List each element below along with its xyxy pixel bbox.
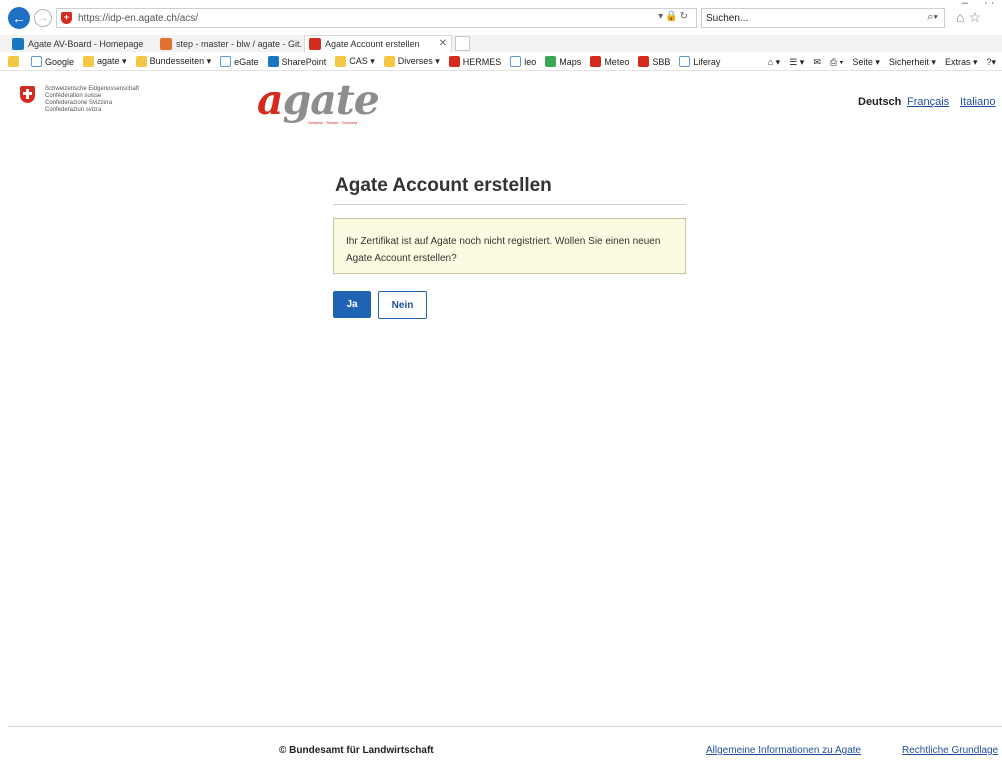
folder-icon — [335, 56, 347, 67]
favorites-bar: Google agate ▾ Bundesseiten ▾ eGate Shar… — [0, 53, 1002, 71]
fav-meteo[interactable]: Meteo — [590, 56, 629, 67]
menu-extras[interactable]: Extras ▾ — [945, 57, 978, 68]
gitlab-icon — [160, 37, 172, 50]
fav-google[interactable]: Google — [31, 56, 74, 67]
print-icon[interactable]: ⎙ ▾ — [830, 57, 843, 68]
browser-address-row: ← → + https://idp-en.agate.ch/acs/ ▾🔒↻ S… — [0, 0, 1002, 30]
close-tab-icon[interactable]: ✕ — [439, 38, 447, 49]
lang-deutsch: Deutsch — [858, 96, 902, 108]
page-title: Agate Account erstellen — [335, 175, 552, 196]
tab-label: step - master - blw / agate - Git... — [176, 38, 302, 49]
search-icon[interactable]: ⌕▾ — [927, 11, 938, 24]
ie-icon — [31, 56, 42, 67]
page: Schweizerische Eidgenossenschaft Confédé… — [0, 72, 1002, 764]
no-button[interactable]: Nein — [378, 291, 427, 319]
sbb-icon — [638, 56, 650, 67]
shield-icon — [448, 56, 460, 67]
fav-hermes[interactable]: HERMES — [448, 56, 501, 67]
fav-bundesseiten[interactable]: Bundesseiten ▾ — [135, 56, 211, 67]
footer-info-link[interactable]: Allgemeine Informationen zu Agate — [706, 745, 861, 756]
fav-liferay[interactable]: Liferay — [679, 56, 720, 67]
fav-sbb[interactable]: SBB — [638, 56, 670, 67]
url-text: https://idp-en.agate.ch/acs/ — [78, 12, 199, 24]
folder-icon — [383, 56, 395, 67]
fav-diverses[interactable]: Diverses ▾ — [383, 56, 440, 67]
shield-icon — [309, 38, 321, 50]
confederation-label: Schweizerische Eidgenossenschaft Confédé… — [45, 86, 140, 113]
menu-security[interactable]: Sicherheit ▾ — [889, 57, 936, 68]
sharepoint-icon — [12, 37, 24, 50]
tab-gitlab[interactable]: step - master - blw / agate - Git... — [156, 35, 302, 52]
favorites-star-icon[interactable] — [8, 56, 22, 67]
swiss-cross-icon — [20, 86, 35, 103]
yes-button[interactable]: Ja — [333, 291, 371, 318]
help-icon[interactable]: ?▾ — [986, 57, 996, 68]
srf-icon — [590, 56, 602, 67]
footer-legal-link[interactable]: Rechtliche Grundlage — [902, 745, 998, 756]
search-placeholder: Suchen... — [706, 12, 749, 24]
tab-bar: Agate AV-Board - Homepage step - master … — [0, 35, 1002, 52]
footer-divider — [8, 726, 1002, 727]
lang-francais[interactable]: Français — [907, 96, 949, 108]
tab-label: Agate AV-Board - Homepage — [28, 38, 144, 49]
ie-icon — [220, 56, 232, 67]
home-star-icons[interactable]: ⌂☆ — [956, 9, 985, 26]
fav-cas[interactable]: CAS ▾ — [335, 56, 375, 67]
back-icon[interactable]: ← — [8, 7, 30, 29]
agate-logo[interactable]: agate — [257, 80, 380, 121]
sharepoint-icon — [267, 56, 279, 67]
search-input[interactable]: Suchen... ⌕▾ — [701, 8, 945, 28]
fav-sharepoint[interactable]: SharePoint — [267, 56, 326, 67]
minimize-icon[interactable]: – — [962, 0, 968, 9]
fav-leo[interactable]: leo — [510, 56, 536, 67]
menu-page[interactable]: Seite ▾ — [852, 57, 880, 68]
notice-text: Ihr Zertifikat ist auf Agate noch nicht … — [346, 236, 661, 264]
new-tab-button[interactable] — [455, 36, 470, 51]
title-divider — [333, 204, 686, 205]
lang-italiano[interactable]: Italiano — [960, 96, 995, 108]
logo-tagline: Schweiz · Suisse · Svizzera — [308, 120, 358, 125]
folder-icon — [135, 56, 147, 67]
ie-icon — [510, 56, 522, 67]
tab-agate-account[interactable]: Agate Account erstellen ✕ — [304, 35, 452, 52]
notice-box: Ihr Zertifikat ist auf Agate noch nicht … — [333, 218, 686, 274]
tab-av-board[interactable]: Agate AV-Board - Homepage — [8, 35, 150, 52]
fav-agate[interactable]: agate ▾ — [83, 56, 127, 67]
address-bar[interactable]: + https://idp-en.agate.ch/acs/ ▾🔒↻ — [56, 8, 697, 28]
tab-label: Agate Account erstellen — [325, 39, 420, 49]
ie-icon — [679, 56, 691, 67]
folder-icon — [83, 56, 95, 67]
maps-icon — [545, 56, 557, 67]
fav-maps[interactable]: Maps — [545, 56, 581, 67]
mail-icon[interactable]: ✉ — [813, 57, 821, 68]
more-icon[interactable]: · · — [984, 0, 994, 9]
command-bar: ⌂ ▾ ☰ ▾ ✉ ⎙ ▾ Seite ▾ Sicherheit ▾ Extra… — [759, 53, 996, 70]
footer-copyright: © Bundesamt für Landwirtschaft — [279, 745, 434, 756]
fav-egate[interactable]: eGate — [220, 56, 259, 67]
site-shield-icon: + — [61, 12, 72, 24]
refresh-lock-icon[interactable]: ▾🔒↻ — [658, 11, 690, 22]
feeds-icon[interactable]: ☰ ▾ — [789, 57, 804, 68]
forward-icon[interactable]: → — [34, 9, 52, 27]
home-icon[interactable]: ⌂ ▾ — [768, 57, 780, 68]
